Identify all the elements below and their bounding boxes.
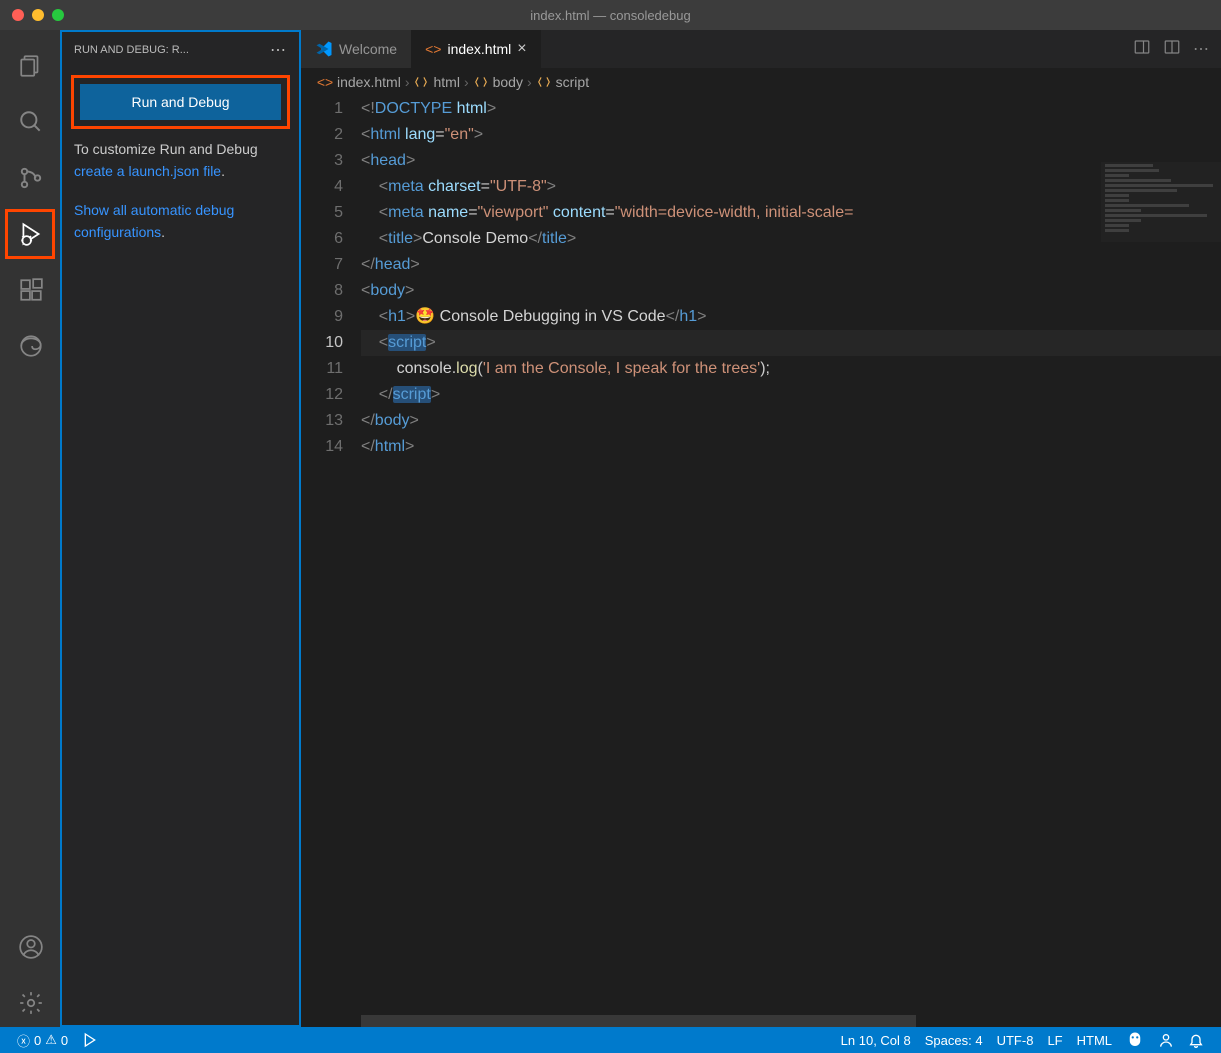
tab-index-html[interactable]: <> index.html × bbox=[411, 30, 541, 68]
create-launch-link[interactable]: create a launch.json file bbox=[74, 163, 221, 179]
minimize-window-icon[interactable] bbox=[32, 9, 44, 21]
notifications-icon[interactable] bbox=[1181, 1032, 1211, 1048]
run-debug-panel: RUN AND DEBUG: R... ⋯ Run and Debug To c… bbox=[60, 30, 301, 1027]
line-number: 14 bbox=[301, 434, 343, 460]
editor-tabs: Welcome <> index.html × ⋯ bbox=[301, 30, 1221, 68]
line-number: 2 bbox=[301, 122, 343, 148]
status-bar: ⓧ0 ⚠0 Ln 10, Col 8 Spaces: 4 UTF-8 LF HT… bbox=[0, 1027, 1221, 1053]
code-line[interactable]: console.log('I am the Console, I speak f… bbox=[361, 356, 1221, 382]
run-and-debug-button[interactable]: Run and Debug bbox=[80, 84, 281, 120]
search-icon[interactable] bbox=[6, 98, 54, 146]
code-line[interactable]: <meta name="viewport" content="width=dev… bbox=[361, 200, 1221, 226]
source-control-icon[interactable] bbox=[6, 154, 54, 202]
customize-text: To customize Run and Debug create a laun… bbox=[74, 138, 287, 183]
split-right-icon[interactable] bbox=[1133, 38, 1151, 61]
panel-more-icon[interactable]: ⋯ bbox=[270, 40, 287, 60]
tab-label: index.html bbox=[447, 41, 511, 57]
line-number: 12 bbox=[301, 382, 343, 408]
chevron-right-icon: › bbox=[527, 74, 532, 90]
line-number: 8 bbox=[301, 278, 343, 304]
feedback-icon[interactable] bbox=[1151, 1032, 1181, 1048]
line-number: 3 bbox=[301, 148, 343, 174]
code-lines[interactable]: <!DOCTYPE html><html lang="en"><head> <m… bbox=[361, 96, 1221, 1027]
line-number: 10 bbox=[301, 330, 343, 356]
code-editor[interactable]: 1234567891011121314 <!DOCTYPE html><html… bbox=[301, 96, 1221, 1027]
code-line[interactable]: <title>Console Demo</title> bbox=[361, 226, 1221, 252]
line-number: 13 bbox=[301, 408, 343, 434]
vscode-icon bbox=[315, 40, 333, 58]
tab-welcome[interactable]: Welcome bbox=[301, 30, 411, 68]
show-configs-text: Show all automatic debug configurations. bbox=[74, 199, 287, 244]
panel-header: RUN AND DEBUG: R... ⋯ bbox=[62, 32, 299, 68]
line-number: 9 bbox=[301, 304, 343, 330]
settings-icon[interactable] bbox=[6, 979, 54, 1027]
editor-area: Welcome <> index.html × ⋯ <> index.html bbox=[301, 30, 1221, 1027]
code-line[interactable]: </html> bbox=[361, 434, 1221, 460]
html-file-icon: <> bbox=[425, 41, 441, 57]
activity-bar bbox=[0, 30, 60, 1027]
line-gutter: 1234567891011121314 bbox=[301, 96, 361, 1027]
code-line[interactable]: <head> bbox=[361, 148, 1221, 174]
panel-title: RUN AND DEBUG: R... bbox=[74, 44, 189, 56]
code-line[interactable]: </script> bbox=[361, 382, 1221, 408]
close-window-icon[interactable] bbox=[12, 9, 24, 21]
code-line[interactable]: <script> bbox=[361, 330, 1221, 356]
warning-icon: ⚠ bbox=[45, 1032, 57, 1048]
breadcrumb-html[interactable]: html bbox=[413, 74, 459, 90]
tag-icon bbox=[473, 74, 489, 90]
code-line[interactable]: <!DOCTYPE html> bbox=[361, 96, 1221, 122]
tag-icon bbox=[413, 74, 429, 90]
edge-tools-icon[interactable] bbox=[6, 322, 54, 370]
tab-label: Welcome bbox=[339, 41, 397, 57]
extensions-icon[interactable] bbox=[6, 266, 54, 314]
copilot-icon[interactable] bbox=[1119, 1031, 1151, 1049]
explorer-icon[interactable] bbox=[6, 42, 54, 90]
line-number: 7 bbox=[301, 252, 343, 278]
error-icon: ⓧ bbox=[17, 1031, 30, 1050]
split-editor-icon[interactable] bbox=[1163, 38, 1181, 61]
breadcrumbs: <> index.html › html › body › script bbox=[301, 68, 1221, 96]
code-line[interactable]: </body> bbox=[361, 408, 1221, 434]
code-line[interactable]: </head> bbox=[361, 252, 1221, 278]
horizontal-scrollbar[interactable] bbox=[361, 1015, 1101, 1027]
status-eol[interactable]: LF bbox=[1040, 1033, 1069, 1048]
breadcrumb-file[interactable]: <> index.html bbox=[317, 74, 401, 90]
show-configs-link[interactable]: Show all automatic debug configurations bbox=[74, 202, 234, 240]
status-language[interactable]: HTML bbox=[1070, 1033, 1119, 1048]
breadcrumb-body[interactable]: body bbox=[473, 74, 523, 90]
window-title: index.html — consoledebug bbox=[530, 8, 690, 23]
titlebar: index.html — consoledebug bbox=[0, 0, 1221, 30]
chevron-right-icon: › bbox=[464, 74, 469, 90]
chevron-right-icon: › bbox=[405, 74, 410, 90]
close-tab-icon[interactable]: × bbox=[517, 40, 526, 58]
editor-more-icon[interactable]: ⋯ bbox=[1193, 39, 1209, 59]
file-icon: <> bbox=[317, 74, 333, 90]
code-line[interactable]: <meta charset="UTF-8"> bbox=[361, 174, 1221, 200]
line-number: 11 bbox=[301, 356, 343, 382]
status-cursor[interactable]: Ln 10, Col 8 bbox=[834, 1033, 918, 1048]
maximize-window-icon[interactable] bbox=[52, 9, 64, 21]
line-number: 5 bbox=[301, 200, 343, 226]
status-encoding[interactable]: UTF-8 bbox=[990, 1033, 1041, 1048]
status-errors[interactable]: ⓧ0 ⚠0 bbox=[10, 1031, 75, 1050]
window-controls bbox=[0, 9, 64, 21]
tag-icon bbox=[536, 74, 552, 90]
run-debug-icon[interactable] bbox=[6, 210, 54, 258]
breadcrumb-script[interactable]: script bbox=[536, 74, 589, 90]
code-line[interactable]: <body> bbox=[361, 278, 1221, 304]
code-line[interactable]: <html lang="en"> bbox=[361, 122, 1221, 148]
line-number: 1 bbox=[301, 96, 343, 122]
minimap[interactable] bbox=[1101, 162, 1221, 242]
code-line[interactable]: <h1>🤩 Console Debugging in VS Code</h1> bbox=[361, 304, 1221, 330]
accounts-icon[interactable] bbox=[6, 923, 54, 971]
status-spaces[interactable]: Spaces: 4 bbox=[918, 1033, 990, 1048]
status-debug-icon[interactable] bbox=[75, 1032, 105, 1048]
line-number: 6 bbox=[301, 226, 343, 252]
line-number: 4 bbox=[301, 174, 343, 200]
run-debug-highlight: Run and Debug bbox=[74, 78, 287, 126]
